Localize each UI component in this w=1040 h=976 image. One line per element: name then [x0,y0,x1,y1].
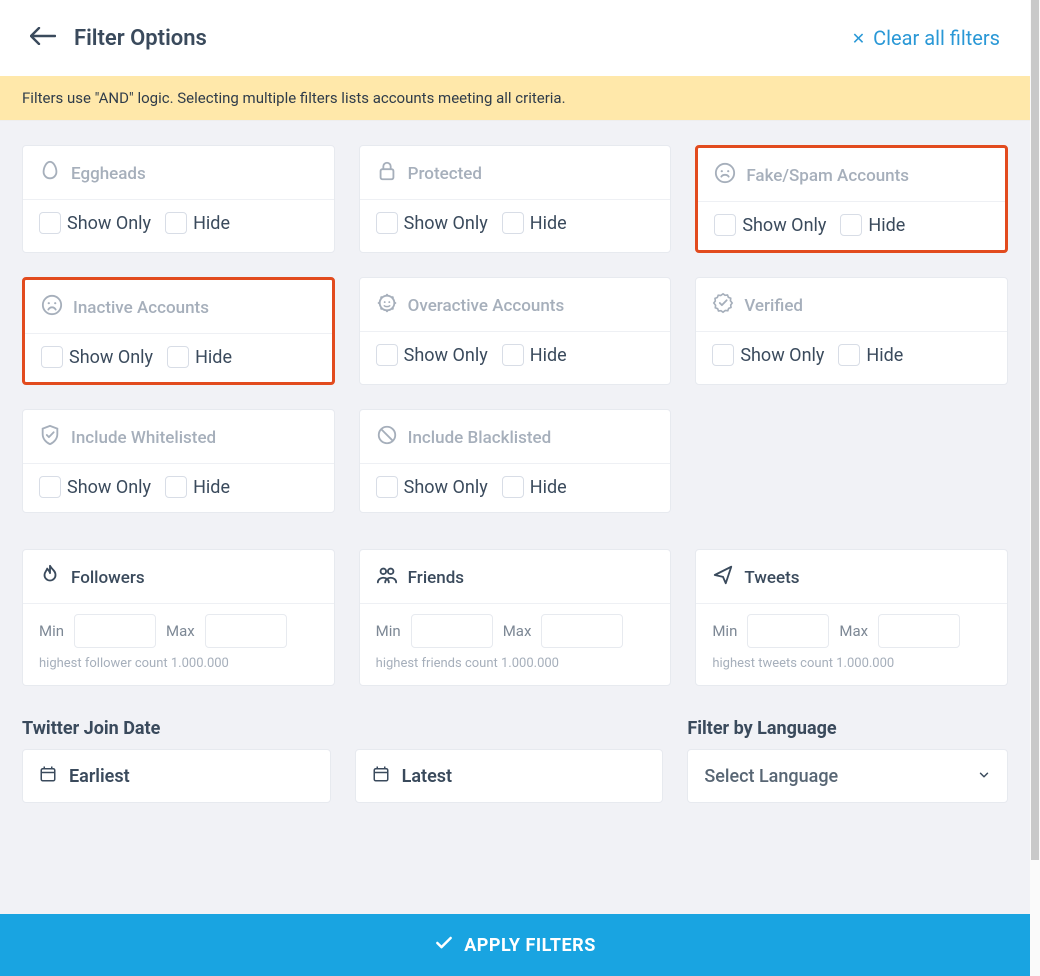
earliest-date-button[interactable]: Earliest [22,749,331,803]
language-placeholder: Select Language [704,766,838,787]
close-icon: ✕ [852,29,865,48]
friends-icon [376,564,398,591]
page-title: Filter Options [74,26,207,51]
hide-checkbox[interactable]: Hide [502,476,567,498]
apply-filters-button[interactable]: APPLY FILTERS [0,914,1030,976]
max-label: Max [839,622,868,640]
verified-badge-icon [712,292,734,319]
ban-icon [376,424,398,451]
tweets-max-input[interactable] [878,614,960,648]
followers-max-input[interactable] [205,614,287,648]
send-icon [712,564,734,591]
card-title: Eggheads [71,164,146,184]
friends-max-input[interactable] [541,614,623,648]
hide-checkbox[interactable]: Hide [165,212,230,234]
shield-check-icon [39,424,61,451]
helper-text: highest tweets count 1.000.000 [696,652,1007,685]
min-label: Min [39,622,64,640]
show-only-checkbox[interactable]: Show Only [712,344,824,366]
apply-label: APPLY FILTERS [464,935,596,956]
show-only-checkbox[interactable]: Show Only [39,212,151,234]
calendar-icon [372,765,390,788]
helper-text: highest follower count 1.000.000 [23,652,334,685]
hide-checkbox[interactable]: Hide [840,214,905,236]
filter-card-protected: Protected Show Only Hide [359,145,672,253]
frown-icon [41,294,63,321]
lock-icon [376,160,398,187]
card-title: Followers [71,568,145,588]
info-banner: Filters use "AND" logic. Selecting multi… [0,76,1030,121]
card-title: Inactive Accounts [73,298,209,318]
min-label: Min [712,622,737,640]
friends-min-input[interactable] [411,614,493,648]
filter-card-fakespam: Fake/Spam Accounts Show Only Hide [695,145,1008,253]
card-title: Fake/Spam Accounts [746,166,909,186]
latest-label: Latest [402,766,452,787]
min-label: Min [376,622,401,640]
hide-checkbox[interactable]: Hide [167,346,232,368]
flame-icon [39,564,61,591]
hide-checkbox[interactable]: Hide [165,476,230,498]
earliest-label: Earliest [69,766,130,787]
followers-min-input[interactable] [74,614,156,648]
max-label: Max [503,622,532,640]
top-bar: Filter Options ✕ Clear all filters [0,0,1030,76]
card-title: Friends [408,568,464,588]
hide-checkbox[interactable]: Hide [502,212,567,234]
show-only-checkbox[interactable]: Show Only [714,214,826,236]
latest-date-button[interactable]: Latest [355,749,664,803]
clear-all-filters-button[interactable]: ✕ Clear all filters [852,26,1000,50]
card-title: Include Blacklisted [408,428,552,448]
language-heading: Filter by Language [687,686,1008,749]
clear-all-label: Clear all filters [873,26,1000,50]
show-only-checkbox[interactable]: Show Only [376,344,488,366]
card-title: Include Whitelisted [71,428,216,448]
range-card-tweets: Tweets Min Max highest tweets count 1.00… [695,549,1008,686]
chevron-down-icon [977,766,991,787]
filter-card-overactive: Overactive Accounts Show Only Hide [359,277,672,385]
filter-card-eggheads: Eggheads Show Only Hide [22,145,335,253]
range-card-friends: Friends Min Max highest friends count 1.… [359,549,672,686]
show-only-checkbox[interactable]: Show Only [376,212,488,234]
card-title: Verified [744,296,803,316]
scrollbar[interactable] [1030,0,1040,976]
helper-text: highest friends count 1.000.000 [360,652,671,685]
filter-card-whitelisted: Include Whitelisted Show Only Hide [22,409,335,513]
card-title: Tweets [744,568,799,588]
calendar-icon [39,765,57,788]
sad-face-icon [714,162,736,189]
card-title: Protected [408,164,482,184]
tweets-min-input[interactable] [747,614,829,648]
filter-card-inactive: Inactive Accounts Show Only Hide [22,277,335,385]
join-date-heading: Twitter Join Date [22,686,663,749]
filter-card-blacklisted: Include Blacklisted Show Only Hide [359,409,672,513]
check-icon [434,933,454,958]
range-card-followers: Followers Min Max highest follower count… [22,549,335,686]
egg-icon [39,160,61,187]
show-only-checkbox[interactable]: Show Only [376,476,488,498]
filter-card-verified: Verified Show Only Hide [695,277,1008,385]
show-only-checkbox[interactable]: Show Only [41,346,153,368]
hide-checkbox[interactable]: Hide [502,344,567,366]
card-title: Overactive Accounts [408,296,565,316]
max-label: Max [166,622,195,640]
show-only-checkbox[interactable]: Show Only [39,476,151,498]
gear-smile-icon [376,292,398,319]
language-select[interactable]: Select Language [687,749,1008,803]
hide-checkbox[interactable]: Hide [838,344,903,366]
back-icon[interactable] [30,27,56,49]
